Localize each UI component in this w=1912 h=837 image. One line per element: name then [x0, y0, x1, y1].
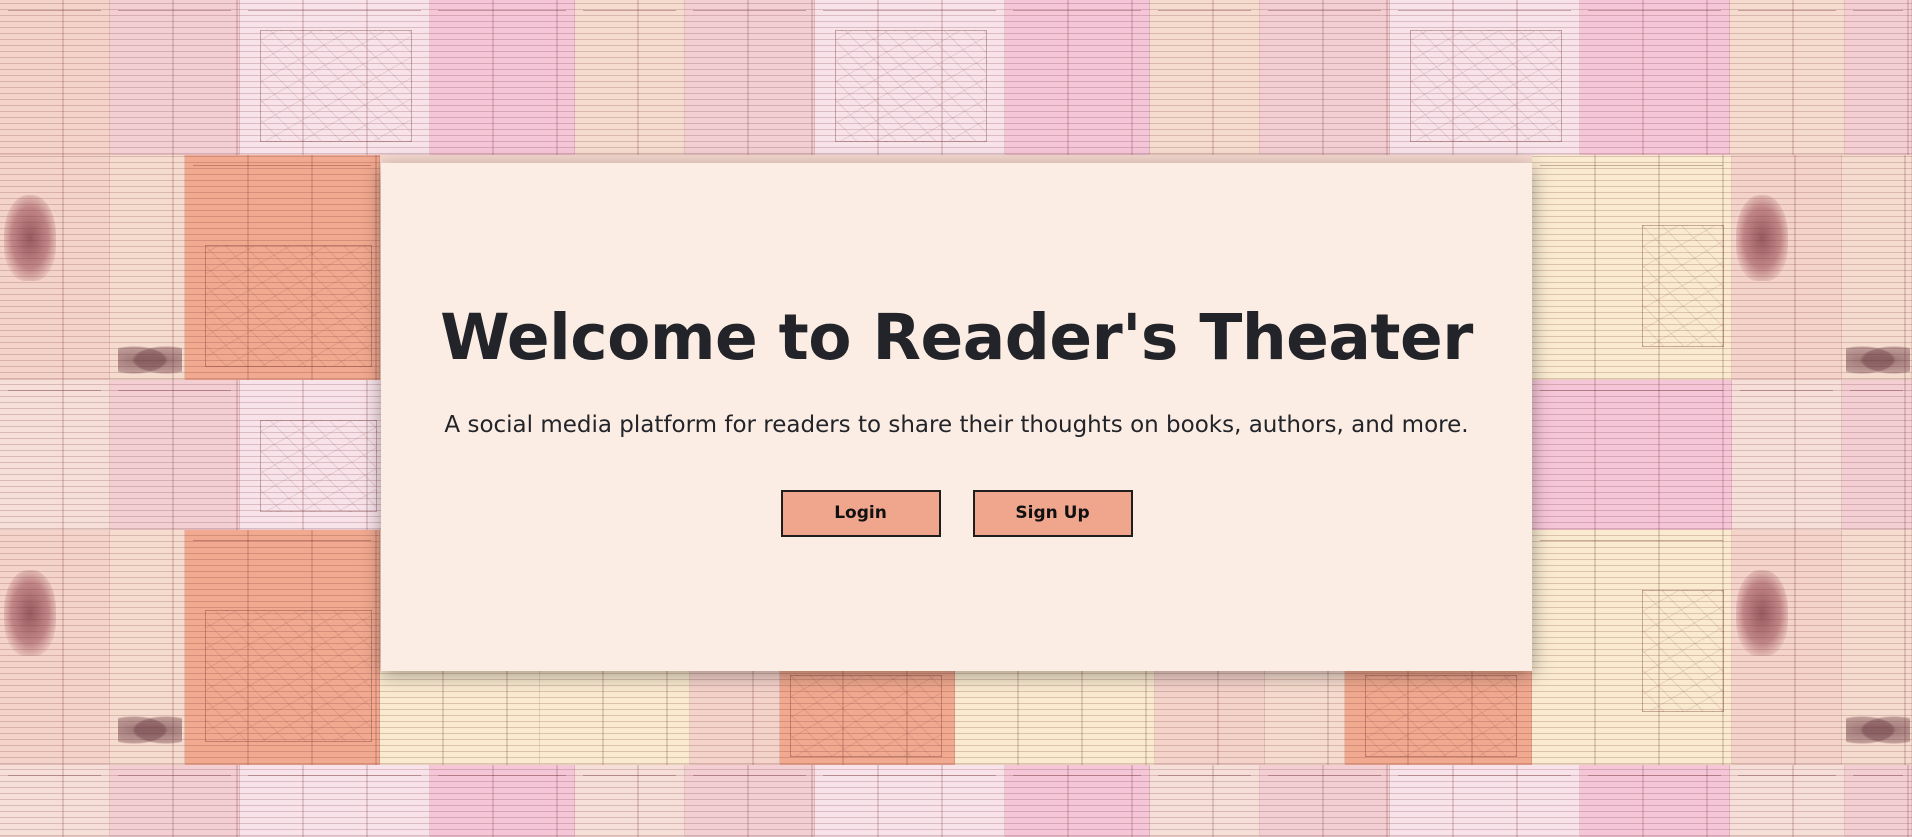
page-tile: [1260, 0, 1390, 155]
page-tile: [955, 671, 1155, 765]
page-tile: [815, 765, 1005, 837]
welcome-card: Welcome to Reader's Theater A social med…: [381, 163, 1532, 671]
page-tile: [815, 0, 1005, 155]
page-tile: [240, 380, 385, 530]
page-tile: [110, 0, 240, 155]
page-tile: [0, 765, 110, 837]
page-tile: [240, 0, 430, 155]
page-tile: [1265, 671, 1345, 765]
page-tile: [380, 671, 540, 765]
page-tile: [240, 765, 430, 837]
page-tile: [1730, 0, 1845, 155]
page-tile: [1845, 765, 1912, 837]
page-tile: [110, 765, 240, 837]
page-tile: [0, 155, 110, 380]
page-tile: [185, 530, 380, 765]
page-tile: [1532, 380, 1732, 530]
page-tile: [540, 671, 690, 765]
page-tile: [1390, 0, 1580, 155]
page-tile: [1580, 765, 1730, 837]
page-tile: [1732, 380, 1842, 530]
login-button[interactable]: Login: [780, 490, 941, 537]
signup-button[interactable]: Sign Up: [972, 490, 1133, 537]
page-tile: [1732, 530, 1842, 765]
page-tile: [0, 380, 110, 530]
page-tile: [0, 0, 110, 155]
page-tile: [1345, 671, 1532, 765]
page-tile: [1005, 765, 1150, 837]
page-tile: [1842, 530, 1912, 765]
page-title: Welcome to Reader's Theater: [440, 301, 1473, 374]
page-tile: [1845, 0, 1912, 155]
page-tile: [1005, 0, 1150, 155]
page-tile: [1390, 765, 1580, 837]
page-tile: [1580, 0, 1730, 155]
page-tile: [110, 530, 185, 765]
page-tile: [1150, 0, 1260, 155]
page-tile: [185, 155, 380, 380]
page-tile: [780, 671, 955, 765]
page-tile: [110, 380, 240, 530]
auth-button-row: Login Sign Up: [381, 490, 1532, 537]
page-tile: [1842, 155, 1912, 380]
page-tile: [690, 671, 780, 765]
page-tile: [1260, 765, 1390, 837]
page-tile: [685, 0, 815, 155]
page-tile: [430, 765, 575, 837]
page-tile: [430, 0, 575, 155]
page-tile: [1842, 380, 1912, 530]
page-tile: [1155, 671, 1265, 765]
page-tile: [1532, 530, 1732, 765]
page-tile: [1532, 155, 1732, 380]
page-tile: [1730, 765, 1845, 837]
page-tile: [685, 765, 815, 837]
page-tile: [110, 155, 185, 380]
page-tile: [575, 0, 685, 155]
page-tile: [575, 765, 685, 837]
page-tile: [0, 530, 110, 765]
page-tile: [1150, 765, 1260, 837]
page-tile: [1732, 155, 1842, 380]
page-subtitle: A social media platform for readers to s…: [444, 412, 1469, 438]
